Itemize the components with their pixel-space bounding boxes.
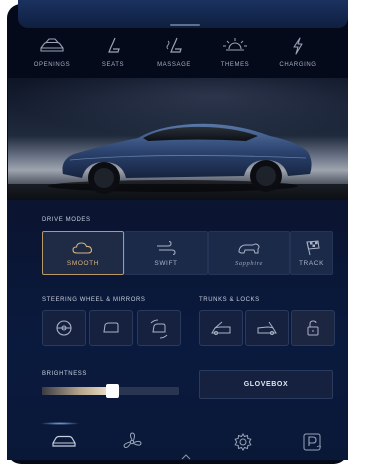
- dock-climate-button[interactable]: [121, 432, 143, 457]
- drive-mode-sapphire[interactable]: Sapphire: [208, 231, 290, 275]
- quick-action-themes[interactable]: THEMES: [205, 37, 265, 68]
- car-icon: [52, 435, 76, 447]
- bottom-dock: [7, 418, 348, 464]
- mirror-button[interactable]: [89, 310, 133, 346]
- steering-wheel-button[interactable]: [42, 310, 86, 346]
- car-illustration: [48, 123, 312, 194]
- quick-actions-bar: OPENINGS SEATS MASSAGE THEMES CHARGING: [18, 37, 348, 79]
- lightning-icon: [293, 37, 303, 55]
- glovebox-button[interactable]: GLOVEBOX: [199, 370, 333, 399]
- dock-parking-button[interactable]: [302, 432, 324, 457]
- quick-action-label: OPENINGS: [33, 62, 71, 68]
- parking-icon: [303, 433, 322, 451]
- drive-mode-label: TRACK: [298, 260, 325, 267]
- brightness-slider[interactable]: [42, 384, 179, 398]
- fan-icon: [123, 432, 142, 449]
- drive-mode-label: Sapphire: [234, 260, 264, 267]
- unlock-button[interactable]: [291, 310, 335, 346]
- active-tab-indicator: [40, 422, 80, 425]
- frunk-icon: [211, 321, 231, 336]
- checkered-flag-icon: [305, 240, 320, 256]
- quick-action-seats[interactable]: SEATS: [83, 37, 143, 68]
- drive-mode-label: SMOOTH: [66, 260, 100, 267]
- quick-action-label: MASSAGE: [157, 62, 191, 68]
- quick-action-label: THEMES: [220, 62, 250, 68]
- drive-modes-title: DRIVE MODES: [42, 217, 91, 223]
- quick-action-openings[interactable]: OPENINGS: [22, 37, 82, 68]
- brightness-slider-thumb[interactable]: [106, 384, 119, 398]
- car-openings-icon: [40, 38, 64, 52]
- brightness-title: BRIGHTNESS: [42, 371, 88, 377]
- dock-settings-button[interactable]: [233, 432, 253, 457]
- vehicle-hero-image: [8, 78, 348, 206]
- mirror-icon: [103, 322, 119, 333]
- mirror-adjust-button[interactable]: [137, 310, 181, 346]
- steering-wheel-icon: [56, 320, 72, 336]
- top-drag-handle[interactable]: [170, 24, 200, 26]
- wind-icon: [157, 241, 176, 255]
- bear-icon: [238, 243, 260, 254]
- massage-seat-icon: [166, 37, 182, 53]
- drive-mode-label: SWIFT: [154, 260, 178, 267]
- frunk-button[interactable]: [199, 310, 243, 346]
- sunrise-icon: [223, 38, 247, 51]
- trunks-section-title: TRUNKS & LOCKS: [199, 297, 260, 303]
- brightness-slider-fill: [42, 387, 113, 395]
- chevron-up-icon[interactable]: [181, 454, 191, 460]
- quick-action-charging[interactable]: CHARGING: [268, 37, 328, 68]
- quick-action-massage[interactable]: MASSAGE: [144, 37, 204, 68]
- trunk-icon: [257, 321, 277, 336]
- drive-mode-track[interactable]: TRACK: [290, 231, 333, 275]
- steering-section-title: STEERING WHEEL & MIRRORS: [42, 297, 146, 303]
- drive-mode-swift[interactable]: SWIFT: [124, 231, 208, 275]
- dock-vehicle-button[interactable]: [50, 432, 78, 453]
- drive-mode-smooth[interactable]: SMOOTH: [42, 231, 124, 275]
- gear-icon: [234, 433, 252, 451]
- mirror-adjust-icon: [150, 319, 168, 339]
- trunk-button[interactable]: [245, 310, 289, 346]
- quick-action-label: SEATS: [101, 62, 125, 68]
- quick-action-label: CHARGING: [279, 62, 317, 68]
- seat-icon: [108, 37, 120, 53]
- unlock-icon: [307, 320, 319, 336]
- cloud-icon: [72, 242, 93, 254]
